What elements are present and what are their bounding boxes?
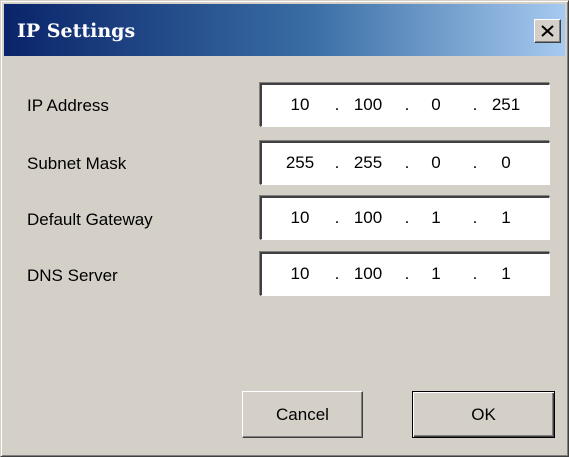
cancel-button[interactable]: Cancel [242, 391, 363, 438]
dns-server-label: DNS Server [27, 266, 118, 285]
octet-separator: . [334, 95, 340, 114]
octet-separator: . [472, 264, 478, 283]
dns-server-octet-1[interactable]: 10 [276, 263, 324, 285]
default-gateway-octet-1[interactable]: 10 [276, 207, 324, 229]
dns-server-field[interactable]: 10 . 100 . 1 . 1 [260, 252, 550, 296]
ip-settings-dialog: IP Settings IP Address 10 . 100 . 0 . 25… [0, 0, 569, 457]
octet-separator: . [472, 153, 478, 172]
octet-separator: . [404, 95, 410, 114]
ip-address-octet-3[interactable]: 0 [412, 94, 460, 116]
octet-separator: . [404, 153, 410, 172]
ok-button[interactable]: OK [412, 391, 555, 438]
octet-separator: . [404, 208, 410, 227]
dns-server-octet-4[interactable]: 1 [482, 263, 530, 285]
title-bar[interactable]: IP Settings [4, 4, 565, 56]
default-gateway-field[interactable]: 10 . 100 . 1 . 1 [260, 196, 550, 240]
subnet-mask-octet-2[interactable]: 255 [344, 152, 392, 174]
default-gateway-octet-3[interactable]: 1 [412, 207, 460, 229]
ip-address-label: IP Address [27, 96, 109, 115]
subnet-mask-label: Subnet Mask [27, 154, 127, 173]
close-icon [541, 25, 554, 37]
octet-separator: . [334, 153, 340, 172]
subnet-mask-field[interactable]: 255 . 255 . 0 . 0 [260, 141, 550, 185]
window-title: IP Settings [17, 20, 136, 42]
dns-server-octet-3[interactable]: 1 [412, 263, 460, 285]
ip-address-field[interactable]: 10 . 100 . 0 . 251 [260, 83, 550, 127]
ip-address-octet-1[interactable]: 10 [276, 94, 324, 116]
subnet-mask-octet-3[interactable]: 0 [412, 152, 460, 174]
close-button[interactable] [534, 19, 561, 43]
subnet-mask-octet-1[interactable]: 255 [276, 152, 324, 174]
octet-separator: . [472, 208, 478, 227]
octet-separator: . [404, 264, 410, 283]
subnet-mask-octet-4[interactable]: 0 [482, 152, 530, 174]
octet-separator: . [334, 264, 340, 283]
default-gateway-octet-4[interactable]: 1 [482, 207, 530, 229]
dns-server-octet-2[interactable]: 100 [344, 263, 392, 285]
default-gateway-octet-2[interactable]: 100 [344, 207, 392, 229]
octet-separator: . [472, 95, 478, 114]
ip-address-octet-2[interactable]: 100 [344, 94, 392, 116]
default-gateway-label: Default Gateway [27, 210, 153, 229]
octet-separator: . [334, 208, 340, 227]
ip-address-octet-4[interactable]: 251 [482, 94, 530, 116]
